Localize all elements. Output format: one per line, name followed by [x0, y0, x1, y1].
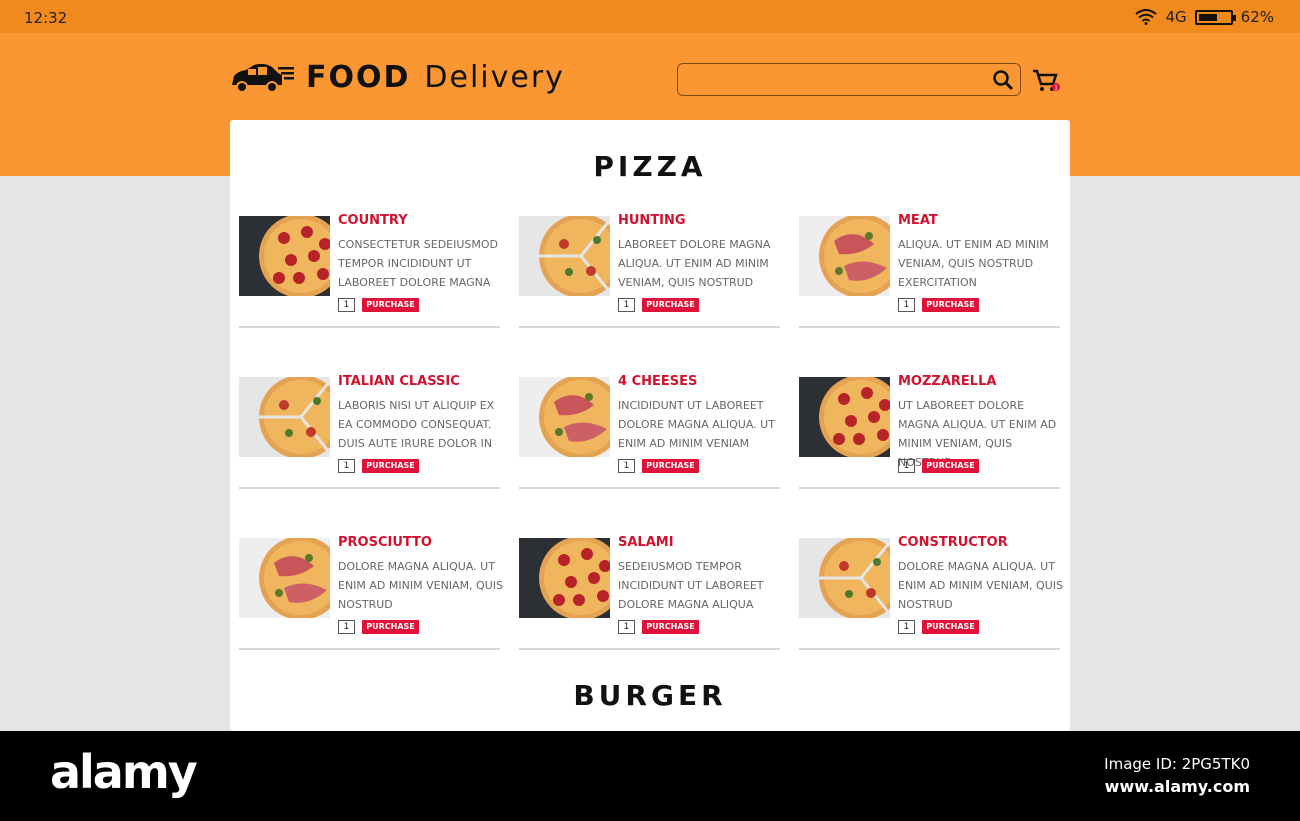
product-description: LABOREET DOLORE MAGNA ALIQUA. UT ENIM AD… [618, 238, 771, 289]
purchase-button[interactable]: PURCHASE [922, 620, 979, 634]
search-icon[interactable] [992, 69, 1014, 91]
quantity-field[interactable]: 1 [338, 620, 355, 634]
section-title-pizza: PIZZA [593, 150, 707, 183]
product-description: DOLORE MAGNA ALIQUA. UT ENIM AD MINIM VE… [338, 560, 503, 611]
product-name[interactable]: SALAMI [618, 535, 674, 550]
image-id: Image ID: 2PG5TK0 [1104, 755, 1250, 773]
purchase-button[interactable]: PURCHASE [362, 620, 419, 634]
quantity-field[interactable]: 1 [898, 620, 915, 634]
search-input[interactable] [678, 64, 978, 95]
quantity-field[interactable]: 1 [618, 620, 635, 634]
purchase-button[interactable]: PURCHASE [642, 298, 699, 312]
quantity-field[interactable]: 1 [618, 298, 635, 312]
product-image[interactable] [799, 216, 890, 296]
product-image[interactable] [519, 538, 610, 618]
product-description: ALIQUA. UT ENIM AD MINIM VENIAM, QUIS NO… [898, 238, 1049, 289]
battery-icon [1194, 9, 1236, 25]
product-card[interactable]: PROSCIUTTO DOLORE MAGNA ALIQUA. UT ENIM A… [239, 535, 503, 650]
wifi-icon [1135, 9, 1158, 25]
product-card[interactable]: CONSTRUCTOR DOLORE MAGNA ALIQUA. UT ENIM … [799, 535, 1063, 650]
quantity-field[interactable]: 1 [338, 459, 355, 473]
product-card[interactable]: HUNTING LABOREET DOLORE MAGNA ALIQUA. UT … [519, 213, 780, 328]
status-bar: 12:32 4G 62% [0, 0, 1300, 33]
product-card[interactable]: ITALIAN CLASSIC LABORIS NISI UT ALIQUIP E… [239, 374, 500, 489]
product-name[interactable]: COUNTRY [338, 213, 408, 228]
product-description: SEDEIUSMOD TEMPOR INCIDIDUNT UT LABOREET… [618, 560, 764, 611]
product-card[interactable]: MEAT ALIQUA. UT ENIM AD MINIM VENIAM, QUI… [799, 213, 1060, 328]
product-image[interactable] [799, 377, 890, 457]
section-title-burger: BURGER [573, 679, 727, 712]
watermark-url: www.alamy.com [1104, 777, 1250, 796]
product-image[interactable] [239, 538, 330, 618]
quantity-field[interactable]: 1 [338, 298, 355, 312]
status-time: 12:32 [24, 9, 68, 27]
quantity-field[interactable]: 1 [898, 298, 915, 312]
purchase-button[interactable]: PURCHASE [922, 298, 979, 312]
product-image[interactable] [519, 377, 610, 457]
purchase-button[interactable]: PURCHASE [362, 298, 419, 312]
watermark-logo: alamy [50, 745, 198, 799]
product-card[interactable]: COUNTRY CONSECTETUR SEDEIUSMOD TEMPOR INC… [239, 213, 500, 328]
quantity-field[interactable]: 1 [898, 459, 915, 473]
product-image[interactable] [519, 216, 610, 296]
product-image[interactable] [239, 216, 330, 296]
brand-name: FOOD [306, 60, 411, 95]
purchase-button[interactable]: PURCHASE [642, 620, 699, 634]
app-logo[interactable]: FOOD Delivery [230, 60, 565, 95]
purchase-button[interactable]: PURCHASE [642, 459, 699, 473]
product-description: INCIDIDUNT UT LABOREET DOLORE MAGNA ALIQ… [618, 399, 775, 450]
purchase-button[interactable]: PURCHASE [362, 459, 419, 473]
product-card[interactable]: SALAMI SEDEIUSMOD TEMPOR INCIDIDUNT UT LA… [519, 535, 780, 650]
product-card[interactable]: 4 CHEESES INCIDIDUNT UT LABOREET DOLORE M… [519, 374, 780, 489]
product-name[interactable]: CONSTRUCTOR [898, 535, 1008, 550]
product-image[interactable] [239, 377, 330, 457]
product-description: LABORIS NISI UT ALIQUIP EX EA COMMODO CO… [338, 399, 495, 450]
network-label: 4G [1165, 8, 1187, 26]
product-name[interactable]: MEAT [898, 213, 938, 228]
product-name[interactable]: ITALIAN CLASSIC [338, 374, 460, 389]
product-name[interactable]: HUNTING [618, 213, 686, 228]
product-name[interactable]: 4 CHEESES [618, 374, 697, 389]
delivery-car-icon [232, 63, 294, 93]
search-box [677, 63, 1021, 96]
brand-subtitle: Delivery [424, 60, 565, 95]
quantity-field[interactable]: 1 [618, 459, 635, 473]
product-description: CONSECTETUR SEDEIUSMOD TEMPOR INCIDIDUNT… [338, 238, 499, 289]
product-card[interactable]: MOZZARELLA UT LABOREET DOLORE MAGNA ALIQU… [799, 374, 1060, 489]
product-description: DOLORE MAGNA ALIQUA. UT ENIM AD MINIM VE… [898, 560, 1063, 611]
battery-percent: 62% [1240, 8, 1274, 26]
purchase-button[interactable]: PURCHASE [922, 459, 979, 473]
cart-count: 1 [1054, 85, 1058, 92]
watermark-footer: alamy Image ID: 2PG5TK0 www.alamy.com [0, 731, 1300, 821]
product-image[interactable] [799, 538, 890, 618]
cart-icon[interactable]: 1 [1032, 68, 1062, 94]
menu-card: PIZZA COUNTRY CONSECTETUR SEDEIUSMOD TEMP… [230, 120, 1070, 731]
product-name[interactable]: MOZZARELLA [898, 374, 996, 389]
product-name[interactable]: PROSCIUTTO [338, 535, 432, 550]
